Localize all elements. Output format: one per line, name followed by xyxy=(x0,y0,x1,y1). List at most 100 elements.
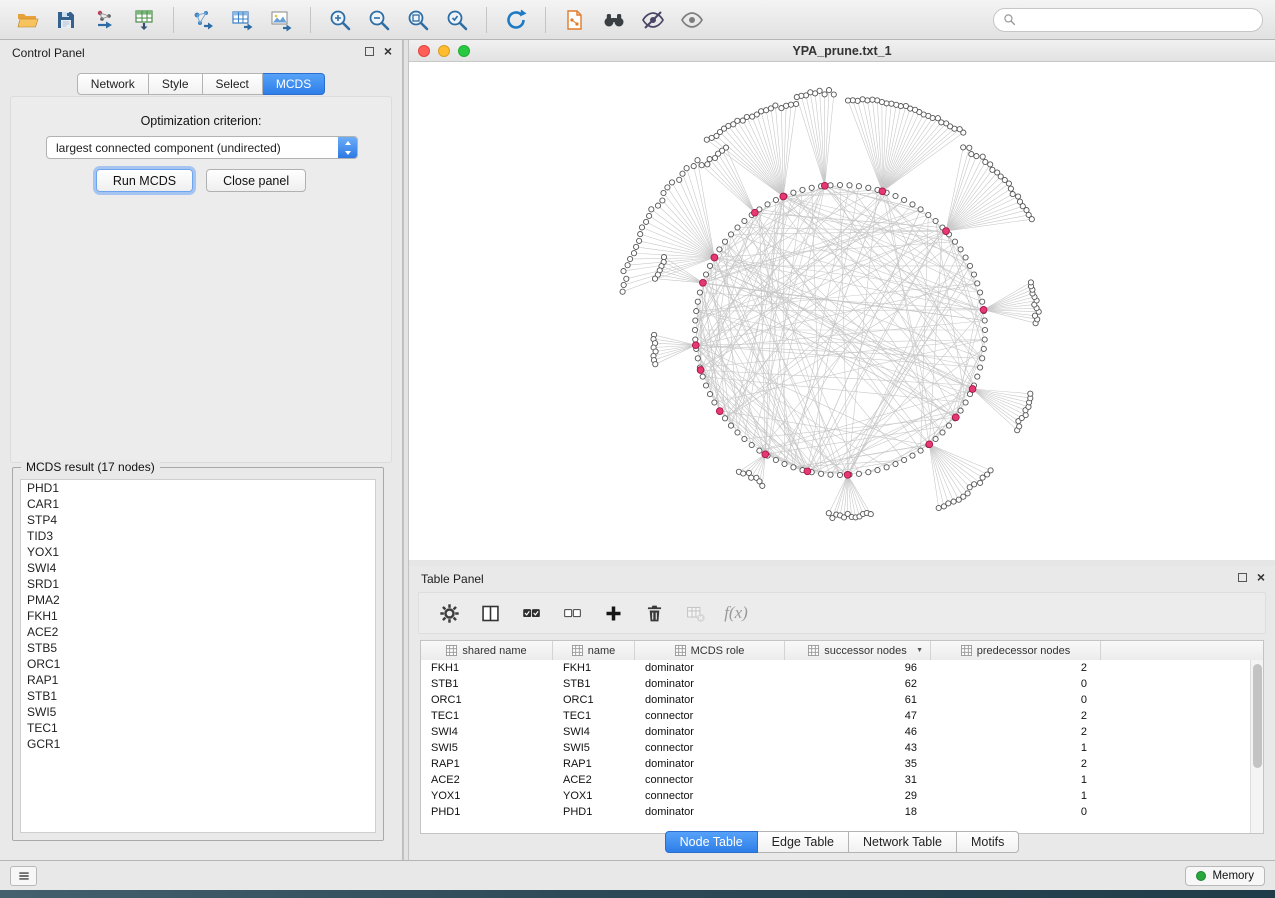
zoom-out-icon[interactable] xyxy=(364,5,394,35)
table-cell[interactable]: connector xyxy=(635,788,785,804)
mcds-result-item[interactable]: SWI4 xyxy=(21,560,375,576)
column-header-mcds-role[interactable]: MCDS role xyxy=(635,641,785,660)
table-cell[interactable]: PHD1 xyxy=(553,804,635,820)
mcds-result-item[interactable]: GCR1 xyxy=(21,736,375,752)
function-builder-icon[interactable]: f(x) xyxy=(724,601,748,625)
mcds-result-item[interactable]: RAP1 xyxy=(21,672,375,688)
table-row[interactable]: ACE2ACE2connector311 xyxy=(421,772,1250,788)
table-row[interactable]: TEC1TEC1connector472 xyxy=(421,708,1250,724)
float-panel-icon[interactable] xyxy=(365,47,374,56)
table-scrollbar[interactable] xyxy=(1250,660,1263,833)
table-cell[interactable]: ORC1 xyxy=(421,692,553,708)
table-cell[interactable]: FKH1 xyxy=(421,660,553,676)
mcds-result-item[interactable]: STP4 xyxy=(21,512,375,528)
mcds-result-item[interactable]: ORC1 xyxy=(21,656,375,672)
export-network-icon[interactable] xyxy=(188,5,218,35)
search-box[interactable] xyxy=(993,8,1263,32)
mcds-result-item[interactable]: STB1 xyxy=(21,688,375,704)
tab-select[interactable]: Select xyxy=(203,73,263,95)
search-input[interactable] xyxy=(1021,13,1253,27)
table-cell[interactable]: 2 xyxy=(931,724,1101,740)
table-row[interactable]: PHD1PHD1dominator180 xyxy=(421,804,1250,820)
table-cell[interactable]: ACE2 xyxy=(421,772,553,788)
table-row[interactable]: ORC1ORC1dominator610 xyxy=(421,692,1250,708)
select-all-icon[interactable] xyxy=(519,601,543,625)
mcds-result-item[interactable]: PMA2 xyxy=(21,592,375,608)
import-table-icon[interactable] xyxy=(129,5,159,35)
table-cell[interactable]: dominator xyxy=(635,724,785,740)
scrollbar-thumb[interactable] xyxy=(1253,664,1262,768)
table-cell[interactable]: 46 xyxy=(785,724,931,740)
export-image-icon[interactable] xyxy=(266,5,296,35)
tab-mcds[interactable]: MCDS xyxy=(263,73,325,95)
run-mcds-button[interactable]: Run MCDS xyxy=(96,169,193,192)
mcds-result-item[interactable]: TID3 xyxy=(21,528,375,544)
table-cell[interactable]: 96 xyxy=(785,660,931,676)
network-graph[interactable] xyxy=(409,62,1275,560)
table-cell[interactable]: SWI4 xyxy=(421,724,553,740)
mcds-result-item[interactable]: CAR1 xyxy=(21,496,375,512)
table-cell[interactable]: 0 xyxy=(931,804,1101,820)
table-cell[interactable]: 29 xyxy=(785,788,931,804)
mcds-result-item[interactable]: TEC1 xyxy=(21,720,375,736)
table-cell[interactable]: TEC1 xyxy=(553,708,635,724)
open-session-icon[interactable] xyxy=(12,5,42,35)
new-network-from-selection-icon[interactable] xyxy=(560,5,590,35)
table-cell[interactable]: 2 xyxy=(931,708,1101,724)
table-cell[interactable]: connector xyxy=(635,708,785,724)
tab-motifs[interactable]: Motifs xyxy=(957,831,1019,853)
table-cell[interactable]: 18 xyxy=(785,804,931,820)
import-network-icon[interactable] xyxy=(90,5,120,35)
close-panel-button[interactable]: Close panel xyxy=(206,169,306,192)
tab-node-table[interactable]: Node Table xyxy=(665,831,758,853)
table-cell[interactable]: 1 xyxy=(931,740,1101,756)
save-session-icon[interactable] xyxy=(51,5,81,35)
table-cell[interactable]: 47 xyxy=(785,708,931,724)
zoom-in-icon[interactable] xyxy=(325,5,355,35)
mcds-result-item[interactable]: FKH1 xyxy=(21,608,375,624)
add-column-icon[interactable] xyxy=(601,601,625,625)
table-row[interactable]: SWI4SWI4dominator462 xyxy=(421,724,1250,740)
table-cell[interactable]: 2 xyxy=(931,660,1101,676)
criterion-dropdown[interactable]: largest connected component (undirected) xyxy=(46,136,358,159)
table-cell[interactable]: 31 xyxy=(785,772,931,788)
window-zoom-button[interactable] xyxy=(458,45,470,57)
table-cell[interactable]: connector xyxy=(635,772,785,788)
table-cell[interactable]: dominator xyxy=(635,692,785,708)
mcds-result-list[interactable]: PHD1CAR1STP4TID3YOX1SWI4SRD1PMA2FKH1ACE2… xyxy=(20,479,376,833)
column-header-name[interactable]: name xyxy=(553,641,635,660)
table-cell[interactable]: ORC1 xyxy=(553,692,635,708)
table-settings-icon[interactable] xyxy=(437,601,461,625)
tab-network[interactable]: Network xyxy=(77,73,149,95)
sort-descending-icon[interactable]: ▼ xyxy=(916,647,923,654)
table-cell[interactable]: dominator xyxy=(635,804,785,820)
tab-edge-table[interactable]: Edge Table xyxy=(758,831,849,853)
delete-column-icon[interactable] xyxy=(642,601,666,625)
network-canvas[interactable] xyxy=(409,62,1275,560)
table-cell[interactable]: connector xyxy=(635,740,785,756)
table-cell[interactable]: 35 xyxy=(785,756,931,772)
hide-selected-icon[interactable] xyxy=(638,5,668,35)
float-table-panel-icon[interactable] xyxy=(1238,573,1247,582)
window-close-button[interactable] xyxy=(418,45,430,57)
column-header-successor-nodes[interactable]: successor nodes▼ xyxy=(785,641,931,660)
table-row[interactable]: SWI5SWI5connector431 xyxy=(421,740,1250,756)
table-cell[interactable]: 61 xyxy=(785,692,931,708)
table-cell[interactable]: 0 xyxy=(931,676,1101,692)
table-cell[interactable]: 0 xyxy=(931,692,1101,708)
table-cell[interactable]: SWI4 xyxy=(553,724,635,740)
mcds-result-item[interactable]: YOX1 xyxy=(21,544,375,560)
table-row[interactable]: FKH1FKH1dominator962 xyxy=(421,660,1250,676)
close-table-panel-icon[interactable]: × xyxy=(1257,571,1265,583)
tab-style[interactable]: Style xyxy=(149,73,203,95)
table-cell[interactable]: dominator xyxy=(635,676,785,692)
table-cell[interactable]: PHD1 xyxy=(421,804,553,820)
table-cell[interactable]: 1 xyxy=(931,772,1101,788)
table-cell[interactable]: 43 xyxy=(785,740,931,756)
mcds-result-item[interactable]: STB5 xyxy=(21,640,375,656)
table-row[interactable]: STB1STB1dominator620 xyxy=(421,676,1250,692)
table-cell[interactable]: STB1 xyxy=(421,676,553,692)
zoom-fit-icon[interactable] xyxy=(403,5,433,35)
table-cell[interactable]: STB1 xyxy=(553,676,635,692)
column-header-shared-name[interactable]: shared name xyxy=(421,641,553,660)
